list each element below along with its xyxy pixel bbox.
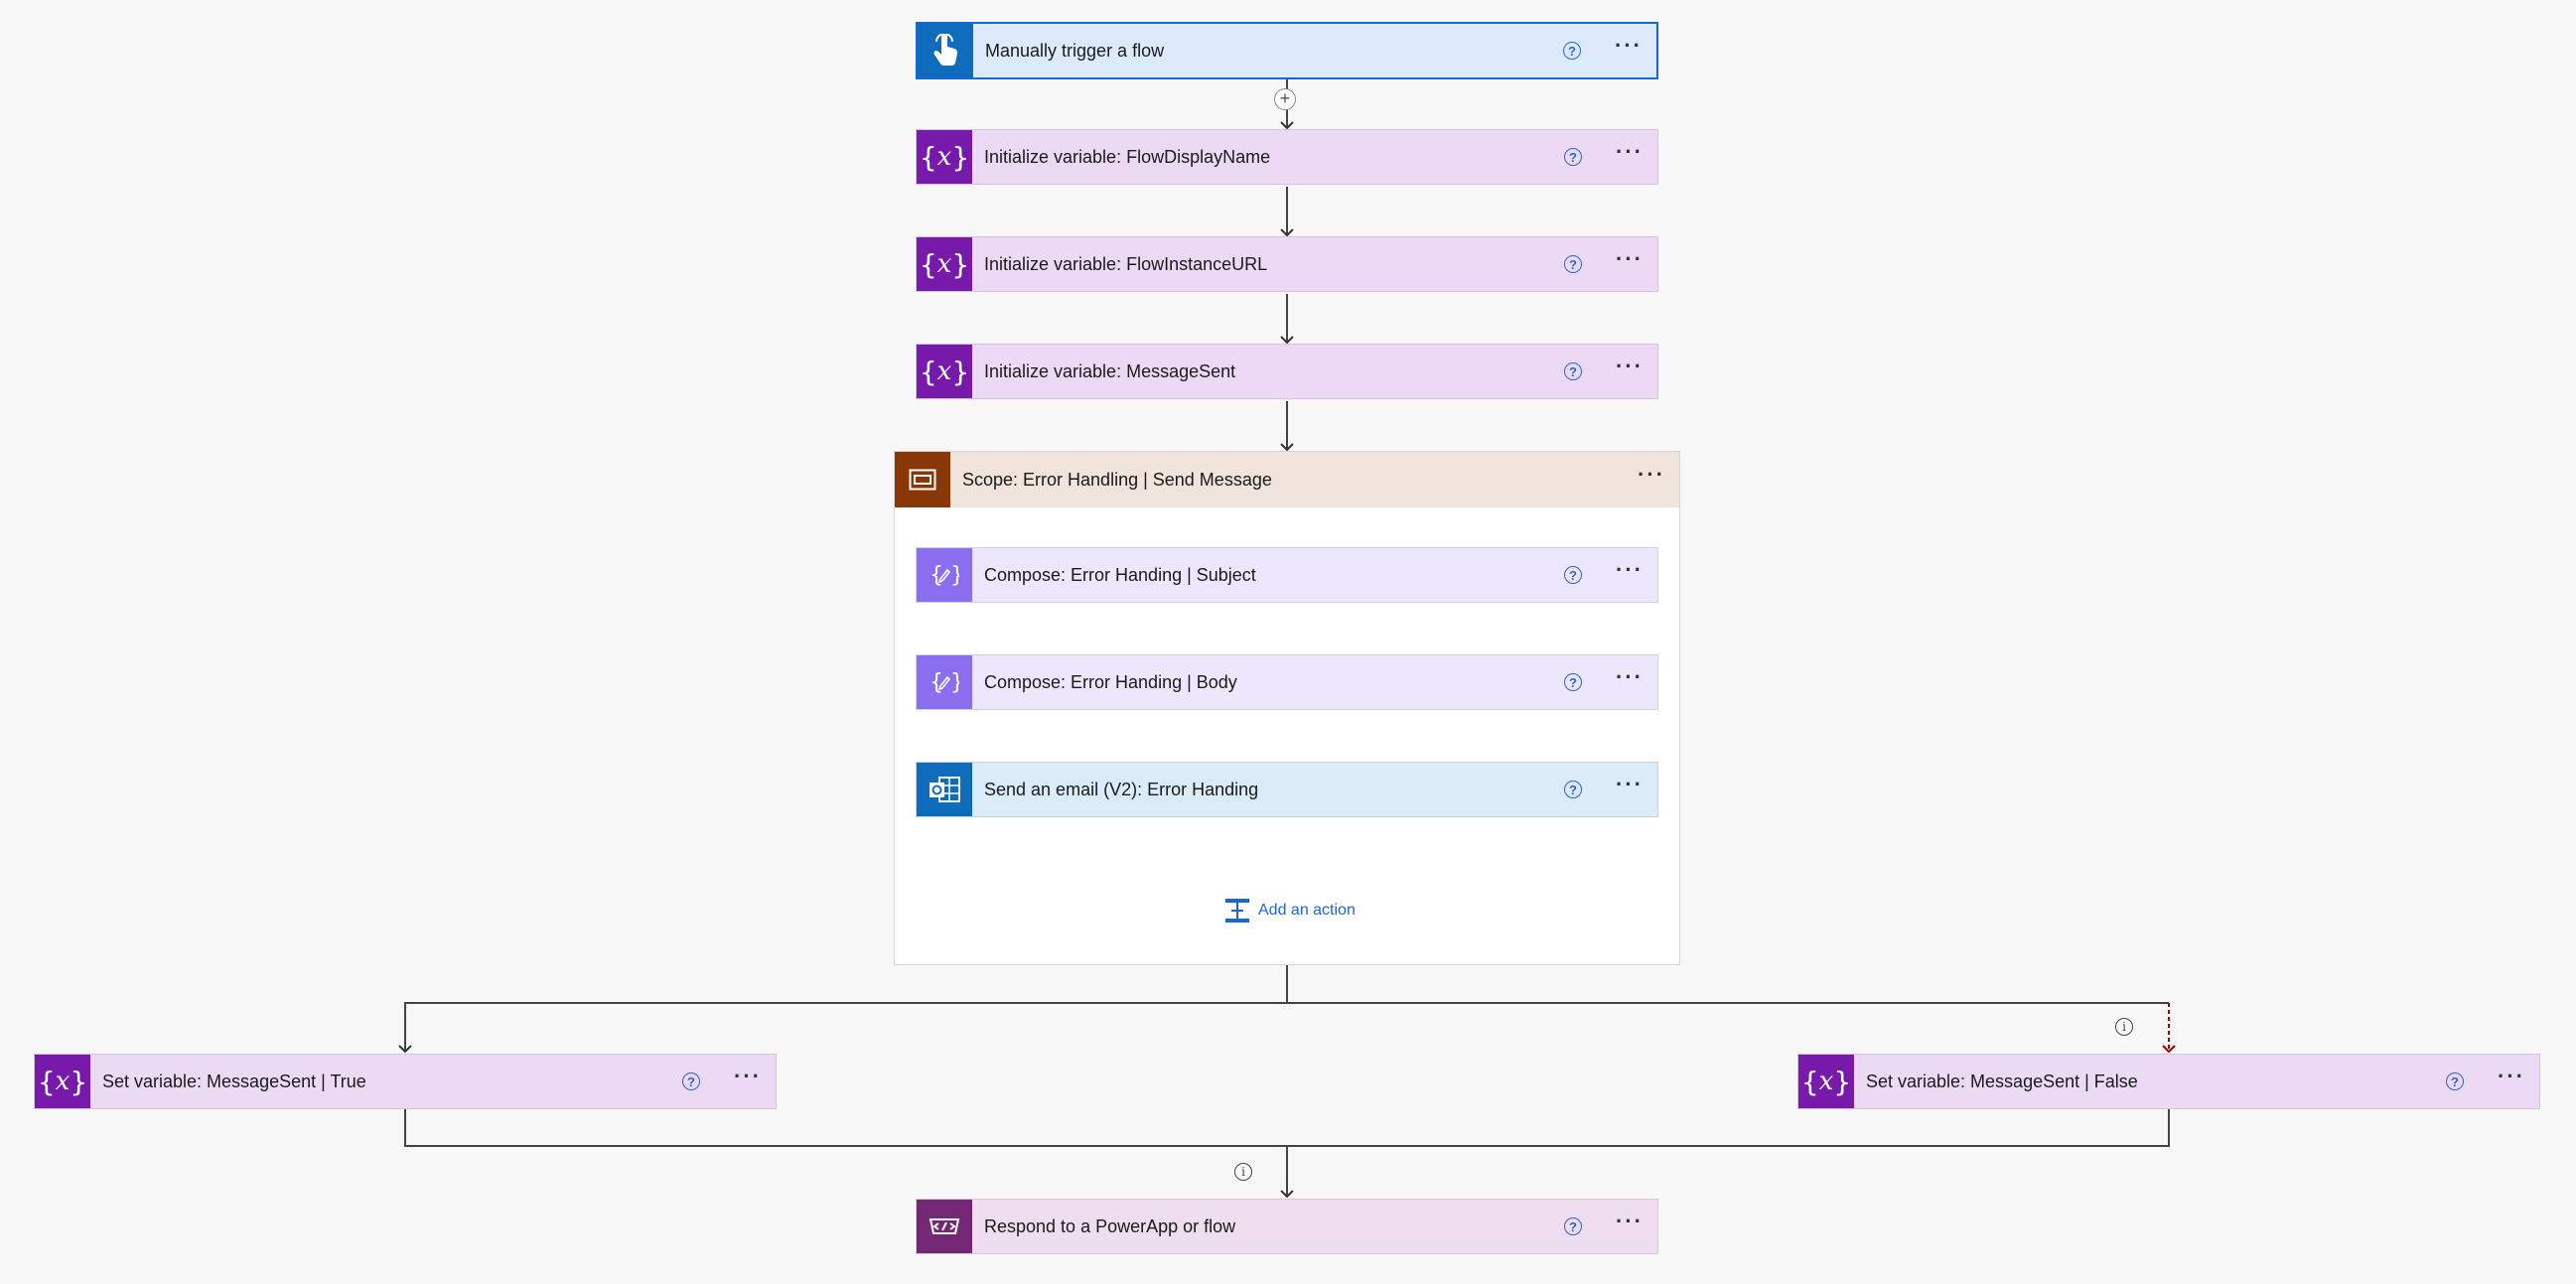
init-var-flowinstanceurl-card[interactable]: {x} Initialize variable: FlowInstanceURL… bbox=[916, 236, 1658, 292]
help-icon[interactable]: ? bbox=[2446, 1072, 2465, 1090]
help-icon[interactable]: ? bbox=[1563, 42, 1582, 60]
scope-label: Scope: Error Handling | Send Message bbox=[962, 469, 1272, 490]
scope-icon bbox=[895, 452, 950, 507]
card-label: Initialize variable: MessageSent bbox=[984, 360, 1236, 381]
variable-icon: {x} bbox=[1798, 1055, 1854, 1108]
more-options-icon[interactable]: ··· bbox=[1616, 666, 1644, 692]
set-var-true-card[interactable]: {x} Set variable: MessageSent | True ? ·… bbox=[34, 1054, 777, 1109]
respond-powerapp-card[interactable]: Respond to a PowerApp or flow ? ··· bbox=[916, 1199, 1658, 1254]
card-label: Send an email (V2): Error Handing bbox=[984, 779, 1259, 799]
help-icon[interactable]: ? bbox=[682, 1072, 701, 1090]
variable-icon: {x} bbox=[917, 345, 972, 398]
variable-icon: {x} bbox=[917, 237, 972, 291]
variable-icon: {x} bbox=[917, 130, 972, 184]
more-options-icon[interactable]: ··· bbox=[1638, 464, 1665, 490]
more-options-icon[interactable]: ··· bbox=[1616, 141, 1644, 167]
more-options-icon[interactable]: ··· bbox=[734, 1066, 762, 1091]
run-after-info-icon[interactable]: i bbox=[2115, 1018, 2133, 1036]
add-action-icon bbox=[1225, 899, 1249, 923]
more-options-icon[interactable]: ··· bbox=[2498, 1066, 2525, 1091]
svg-text:}: } bbox=[950, 670, 959, 695]
card-label: Compose: Error Handing | Body bbox=[984, 671, 1237, 692]
send-email-card[interactable]: Send an email (V2): Error Handing ? ··· bbox=[916, 762, 1658, 817]
variable-icon: {x} bbox=[35, 1055, 90, 1108]
help-icon[interactable]: ? bbox=[1564, 362, 1583, 380]
compose-body-card[interactable]: {} Compose: Error Handing | Body ? ··· bbox=[916, 654, 1658, 710]
help-icon[interactable]: ? bbox=[1564, 566, 1583, 584]
scope-header[interactable]: Scope: Error Handling | Send Message ··· bbox=[895, 452, 1679, 507]
compose-icon: {} bbox=[917, 655, 972, 709]
touch-hand-icon bbox=[918, 24, 973, 77]
card-label: Set variable: MessageSent | False bbox=[1866, 1070, 2138, 1091]
insert-step-button[interactable]: + bbox=[1274, 88, 1296, 110]
help-icon[interactable]: ? bbox=[1564, 148, 1583, 166]
help-icon[interactable]: ? bbox=[1564, 781, 1583, 798]
card-label: Compose: Error Handing | Subject bbox=[984, 564, 1256, 585]
compose-icon: {} bbox=[917, 548, 972, 602]
outlook-icon bbox=[917, 763, 972, 816]
svg-text:}: } bbox=[950, 563, 959, 588]
add-action-label: Add an action bbox=[1258, 902, 1356, 919]
trigger-card[interactable]: Manually trigger a flow ? ··· bbox=[916, 22, 1658, 79]
run-after-info-icon[interactable]: i bbox=[1234, 1163, 1252, 1181]
set-var-false-card[interactable]: {x} Set variable: MessageSent | False ? … bbox=[1797, 1054, 2540, 1109]
more-options-icon[interactable]: ··· bbox=[1616, 356, 1644, 381]
card-label: Initialize variable: FlowDisplayName bbox=[984, 146, 1271, 167]
init-var-messagesent-card[interactable]: {x} Initialize variable: MessageSent ? ·… bbox=[916, 344, 1658, 399]
help-icon[interactable]: ? bbox=[1564, 1217, 1583, 1235]
init-var-flowdisplayname-card[interactable]: {x} Initialize variable: FlowDisplayName… bbox=[916, 129, 1658, 185]
help-icon[interactable]: ? bbox=[1564, 255, 1583, 273]
card-label: Respond to a PowerApp or flow bbox=[984, 1215, 1236, 1236]
more-options-icon[interactable]: ··· bbox=[1616, 774, 1644, 799]
add-action-button[interactable]: Add an action bbox=[1224, 898, 1356, 924]
more-options-icon[interactable]: ··· bbox=[1615, 35, 1643, 61]
help-icon[interactable]: ? bbox=[1564, 673, 1583, 691]
svg-text:{: { bbox=[930, 563, 943, 588]
more-options-icon[interactable]: ··· bbox=[1616, 1211, 1644, 1236]
powerapps-icon bbox=[917, 1200, 972, 1253]
card-label: Initialize variable: FlowInstanceURL bbox=[984, 253, 1268, 274]
more-options-icon[interactable]: ··· bbox=[1616, 559, 1644, 585]
card-label: Set variable: MessageSent | True bbox=[102, 1070, 366, 1091]
svg-text:{: { bbox=[930, 670, 943, 695]
more-options-icon[interactable]: ··· bbox=[1616, 248, 1644, 274]
trigger-label: Manually trigger a flow bbox=[985, 40, 1165, 61]
compose-subject-card[interactable]: {} Compose: Error Handing | Subject ? ··… bbox=[916, 547, 1658, 603]
